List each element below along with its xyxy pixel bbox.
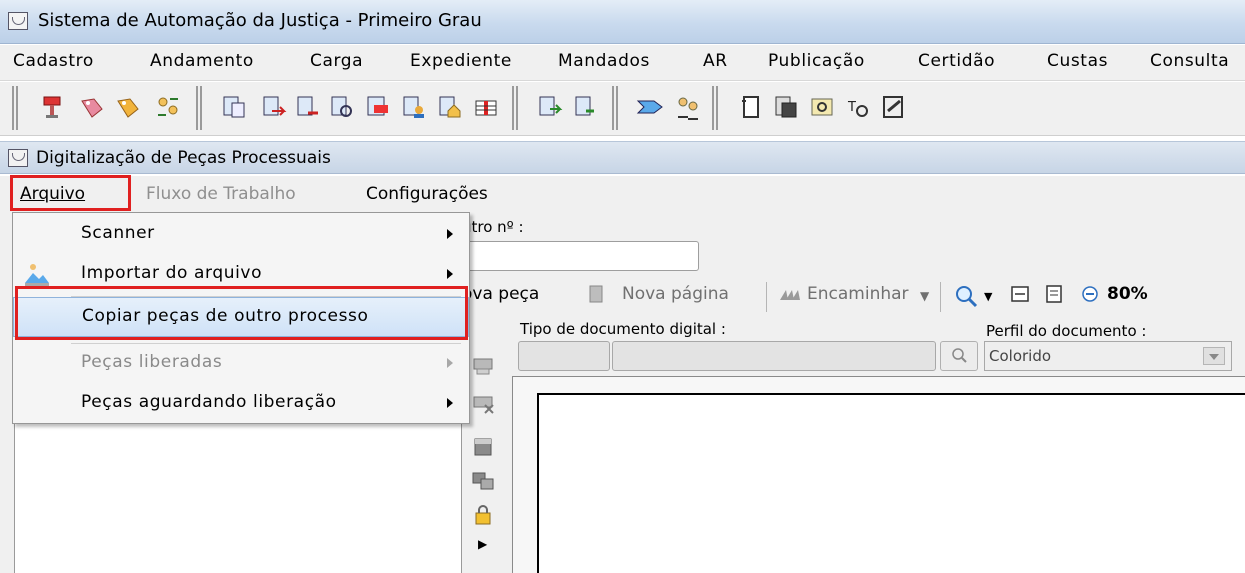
- window-icon: [8, 149, 28, 167]
- menu-item-pecas-liberadas[interactable]: Peças liberadas: [13, 344, 469, 384]
- forward-icon: [780, 290, 800, 300]
- tipo-documento-label: Tipo de documento digital :: [520, 320, 726, 338]
- main-menu-bar: Cadastro Andamento Carga Expediente Mand…: [0, 45, 1245, 81]
- toolbar-grip: [512, 86, 518, 130]
- encaminhar-button[interactable]: Encaminhar: [807, 284, 909, 304]
- scan-icon[interactable]: [471, 353, 495, 377]
- import-image-icon: [25, 264, 49, 286]
- tag-orange-icon[interactable]: [112, 91, 144, 123]
- menu-item-pecas-aguardando[interactable]: Peças aguardando liberação: [13, 384, 469, 424]
- menu-item-scanner[interactable]: Scanner: [13, 215, 469, 255]
- menu-carga[interactable]: Carga: [310, 51, 363, 71]
- expand-arrow-icon[interactable]: ▶: [478, 537, 502, 561]
- app-icon: [8, 12, 28, 30]
- document-toolbar: ova peça Nova página Encaminhar ▼ ▼ 80%: [462, 280, 1245, 316]
- doc-search-icon[interactable]: [806, 91, 838, 123]
- app-title-bar: Sistema de Automação da Justiça - Primei…: [0, 0, 1245, 44]
- submenu-arrow-icon: [447, 229, 453, 239]
- toolbar-grip: [12, 86, 18, 130]
- process-arrow-icon[interactable]: [258, 91, 290, 123]
- highlight-copiar-pecas-box: [15, 286, 468, 340]
- toolbar-grip: [196, 86, 202, 130]
- svg-text:T: T: [847, 100, 856, 115]
- perfil-select[interactable]: Colorido: [984, 341, 1232, 371]
- nova-pagina-button[interactable]: Nova página: [622, 284, 729, 304]
- arrow-right-icon[interactable]: [634, 91, 666, 123]
- tipo-search-button[interactable]: [940, 341, 978, 371]
- perfil-select-value: Colorido: [989, 347, 1052, 365]
- menu-custas[interactable]: Custas: [1047, 51, 1108, 71]
- tag-icon[interactable]: [76, 91, 108, 123]
- submenu-arrow-icon: [447, 269, 453, 279]
- text-edit-icon[interactable]: T: [842, 91, 874, 123]
- new-page-icon: [589, 285, 603, 303]
- nova-peca-button[interactable]: ova peça: [462, 284, 539, 304]
- process-send-icon[interactable]: [292, 91, 324, 123]
- search-icon: [952, 348, 967, 363]
- menu-ar[interactable]: AR: [703, 51, 728, 71]
- doc-edit-icon[interactable]: [878, 91, 910, 123]
- process-return-icon[interactable]: [570, 91, 602, 123]
- users-swap-icon[interactable]: [152, 91, 184, 123]
- zoom-out-icon[interactable]: [1080, 284, 1100, 304]
- main-toolbar: T: [0, 82, 1245, 136]
- toolbar-separator: [766, 282, 767, 312]
- inner-window-title: Digitalização de Peças Processuais: [36, 148, 331, 168]
- encaminhar-dropdown-arrow-icon[interactable]: ▼: [920, 289, 929, 303]
- outro-numero-label: utro nº :: [462, 218, 524, 236]
- zoom-dropdown-arrow-icon[interactable]: ▼: [984, 290, 992, 303]
- menu-publicacao[interactable]: Publicação: [768, 51, 865, 71]
- zoom-icon[interactable]: [954, 284, 980, 308]
- note-icon[interactable]: [734, 91, 766, 123]
- menu-item-label: Peças liberadas: [81, 352, 223, 372]
- lock-icon[interactable]: [471, 503, 495, 527]
- highlight-arquivo-box: [10, 175, 131, 211]
- process-user-icon[interactable]: [398, 91, 430, 123]
- menu-item-label: Scanner: [81, 223, 155, 243]
- menu-certidao[interactable]: Certidão: [918, 51, 995, 71]
- process-mark-icon[interactable]: [362, 91, 394, 123]
- menu-andamento[interactable]: Andamento: [150, 51, 254, 71]
- stamp-icon[interactable]: [36, 91, 68, 123]
- tipo-codigo-field[interactable]: [518, 341, 610, 371]
- submenu-arrow-icon: [447, 398, 453, 408]
- menu-configuracoes[interactable]: Configurações: [366, 184, 488, 204]
- menu-cadastro[interactable]: Cadastro: [13, 51, 94, 71]
- app-title: Sistema de Automação da Justiça - Primei…: [38, 10, 482, 31]
- menu-item-label: Peças aguardando liberação: [81, 392, 337, 412]
- process-doc-icon[interactable]: [218, 91, 250, 123]
- fit-width-icon[interactable]: [1010, 284, 1030, 304]
- menu-item-label: Importar do arquivo: [81, 263, 263, 283]
- outro-numero-input[interactable]: [462, 241, 699, 271]
- fit-page-icon[interactable]: [1044, 284, 1064, 304]
- toolbar-grip: [612, 86, 618, 130]
- scan-remove-icon[interactable]: [471, 391, 495, 415]
- toolbar-separator: [940, 282, 941, 312]
- perfil-documento-label: Perfil do documento :: [986, 322, 1147, 340]
- process-home-icon[interactable]: [434, 91, 466, 123]
- people-icon[interactable]: [672, 91, 704, 123]
- menu-expediente[interactable]: Expediente: [410, 51, 512, 71]
- zoom-level: 80%: [1107, 284, 1148, 304]
- inner-window-title-bar: Digitalização de Peças Processuais: [0, 141, 1245, 174]
- submenu-arrow-icon: [447, 358, 453, 368]
- menu-mandados[interactable]: Mandados: [558, 51, 650, 71]
- tipo-descricao-field[interactable]: [612, 341, 936, 371]
- process-forward-icon[interactable]: [534, 91, 566, 123]
- toolbar-grip: [712, 86, 718, 130]
- document-page[interactable]: [537, 393, 1245, 573]
- menu-fluxo-de-trabalho[interactable]: Fluxo de Trabalho: [146, 184, 296, 204]
- inner-menu-bar: Arquivo Fluxo de Trabalho Configurações: [0, 176, 1245, 212]
- doc-copy-icon[interactable]: [770, 91, 802, 123]
- pages-copy-icon[interactable]: [471, 469, 495, 493]
- menu-consulta[interactable]: Consulta: [1150, 51, 1229, 71]
- page-icon[interactable]: [471, 435, 495, 459]
- chevron-down-icon: [1203, 347, 1225, 365]
- table-icon[interactable]: [470, 91, 502, 123]
- process-search-icon[interactable]: [326, 91, 358, 123]
